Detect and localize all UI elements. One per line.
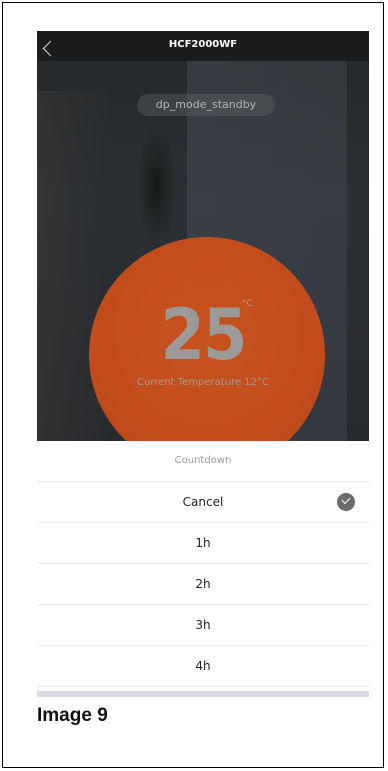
countdown-sheet: Countdown Cancel 1h 2h 3h 4h	[37, 441, 369, 697]
temperature-unit: °C	[242, 299, 253, 309]
thermostat-screen: HCF2000WF dp_mode_standby 25 °C Current …	[37, 31, 369, 441]
option-label: 4h	[195, 659, 211, 673]
option-label: Cancel	[182, 495, 224, 509]
background-plant	[137, 126, 177, 246]
countdown-option-4h[interactable]: 4h	[37, 646, 369, 687]
image-caption: Image 9	[37, 705, 108, 726]
countdown-option-cancel[interactable]: Cancel	[37, 482, 369, 523]
mode-badge[interactable]: dp_mode_standby	[137, 94, 275, 116]
current-temperature: Current Temperature 12°C	[137, 377, 269, 388]
countdown-title: Countdown	[37, 441, 369, 482]
option-label: 1h	[195, 536, 211, 550]
option-label: 2h	[195, 577, 211, 591]
countdown-option-3h[interactable]: 3h	[37, 605, 369, 646]
option-label: 3h	[195, 618, 211, 632]
set-temperature: 25	[160, 295, 247, 377]
countdown-option-1h[interactable]: 1h	[37, 523, 369, 564]
sheet-scroll-indicator	[37, 691, 369, 697]
app-title: HCF2000WF	[168, 39, 238, 50]
check-circle-icon	[337, 493, 355, 511]
countdown-option-2h[interactable]: 2h	[37, 564, 369, 605]
top-bar: HCF2000WF	[37, 31, 369, 61]
